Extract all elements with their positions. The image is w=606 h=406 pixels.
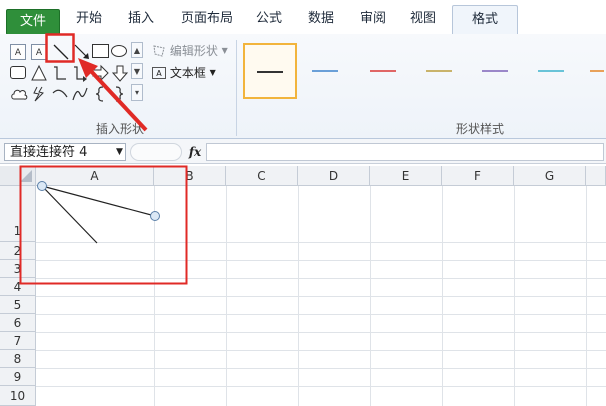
drawing-layer (19, 33, 188, 285)
connector-start-handle[interactable] (37, 181, 47, 191)
annotation-box-line-tool (45, 33, 75, 63)
annotation-arrow-shaft (88, 68, 148, 132)
selected-straight-connector[interactable] (41, 185, 156, 217)
straight-connector[interactable] (41, 185, 98, 244)
connector-end-handle[interactable] (150, 211, 160, 221)
